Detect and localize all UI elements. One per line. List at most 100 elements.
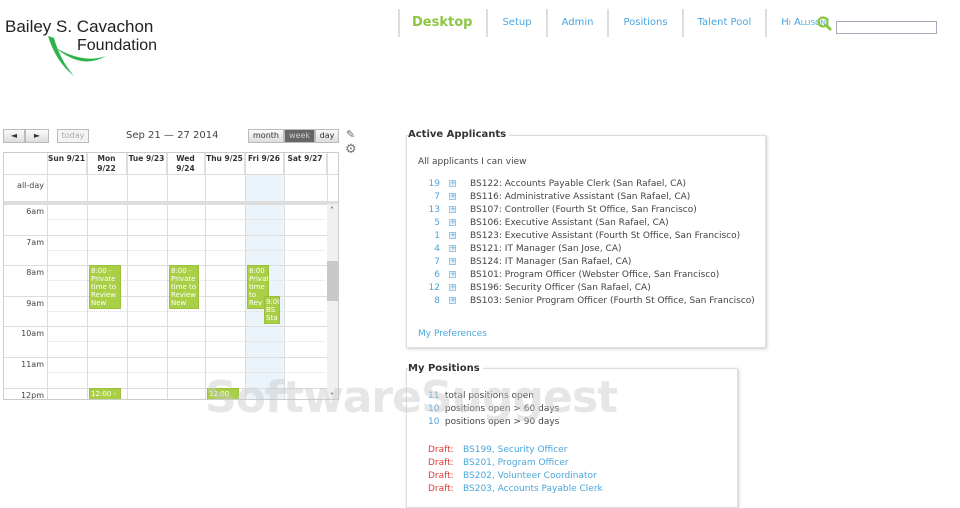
applicant-row[interactable]: 7 + BS124: IT Manager (San Rafael, CA)	[420, 257, 631, 267]
position-stat: 10 positions open > 90 days	[428, 417, 559, 427]
draft-tag: Draft:	[428, 471, 454, 481]
my-positions-title: My Positions	[408, 363, 483, 374]
position-label: BS121: IT Manager (San Jose, CA)	[470, 244, 622, 254]
search-icon[interactable]	[817, 16, 833, 32]
position-stat: 10 positions open > 60 days	[428, 404, 559, 414]
applicant-count[interactable]: 6	[420, 270, 440, 280]
time-label: 6am	[26, 207, 44, 216]
applicant-count[interactable]: 13	[420, 205, 440, 215]
applicant-row[interactable]: 13 + BS107: Controller (Fourth St Office, …	[420, 205, 697, 215]
time-label: 11am	[21, 360, 44, 369]
day-view-button[interactable]: day	[315, 129, 339, 143]
search-input[interactable]	[836, 21, 937, 34]
applicant-count[interactable]: 7	[420, 192, 440, 202]
scroll-down-icon[interactable]: ˅	[330, 392, 334, 399]
stat-count[interactable]: 10	[428, 404, 439, 414]
calendar-event[interactable]: 12:00 -	[89, 387, 121, 399]
draft-tag: Draft:	[428, 445, 454, 455]
day-header: Tue 9/23	[127, 153, 167, 174]
expand-plus-icon[interactable]: +	[449, 258, 456, 265]
applicant-count[interactable]: 12	[420, 283, 440, 293]
expand-plus-icon[interactable]: +	[449, 245, 456, 252]
position-label: BS116: Administrative Assistant (San Raf…	[470, 192, 691, 202]
draft-position[interactable]: Draft: BS203, Accounts Payable Clerk	[428, 484, 603, 494]
calendar-event[interactable]: 9:00 BS Sta	[264, 295, 280, 325]
expand-plus-icon[interactable]: +	[449, 180, 456, 187]
draft-link[interactable]: BS202, Volunteer Coordinator	[463, 471, 597, 481]
active-applicants-title: Active Applicants	[408, 129, 510, 140]
position-label: BS122: Accounts Payable Clerk (San Rafae…	[470, 179, 687, 189]
day-header: Wed 9/24	[167, 153, 205, 174]
applicant-row[interactable]: 12 + BS196: Security Officer (San Rafael, …	[420, 283, 651, 293]
nav-positions[interactable]: Positions	[607, 9, 681, 37]
applicant-count[interactable]: 19	[420, 179, 440, 189]
draft-position[interactable]: Draft: BS202, Volunteer Coordinator	[428, 471, 597, 481]
applicant-row[interactable]: 7 + BS116: Administrative Assistant (San R…	[420, 192, 690, 202]
expand-plus-icon[interactable]: +	[449, 219, 456, 226]
applicant-row[interactable]: 5 + BS106: Executive Assistant (San Rafael…	[420, 218, 669, 228]
day-header: Fri 9/26	[245, 153, 284, 174]
scroll-up-icon[interactable]: ˄	[330, 206, 334, 215]
draft-tag: Draft:	[428, 458, 454, 468]
position-label: BS106: Executive Assistant (San Rafael, …	[470, 218, 669, 228]
position-label: BS196: Security Officer (San Rafael, CA)	[470, 283, 651, 293]
applicant-count[interactable]: 7	[420, 257, 440, 267]
applicant-row[interactable]: 19 + BS122: Accounts Payable Clerk (San Ra…	[420, 179, 687, 189]
applicants-subtitle: All applicants I can view	[418, 157, 527, 167]
applicant-row[interactable]: 8 + BS103: Senior Program Officer (Fourth …	[420, 296, 755, 306]
settings-gear-icon[interactable]: ⚙	[345, 142, 357, 157]
expand-plus-icon[interactable]: +	[449, 284, 456, 291]
time-label: 12pm	[20, 390, 44, 400]
draft-link[interactable]: BS203, Accounts Payable Clerk	[463, 484, 603, 494]
prev-week-button[interactable]: ◄	[3, 129, 25, 143]
stat-label: positions open > 60 days	[444, 404, 560, 414]
position-label: BS107: Controller (Fourth St Office, San…	[470, 205, 697, 215]
time-label: 9am	[26, 298, 44, 308]
month-view-button[interactable]: month	[248, 129, 284, 143]
calendar-event[interactable]: 12:00	[207, 387, 239, 399]
expand-plus-icon[interactable]: +	[449, 232, 456, 239]
applicant-count[interactable]: 1	[420, 231, 440, 241]
applicant-row[interactable]: 6 + BS101: Program Officer (Webster Office…	[420, 270, 719, 280]
scrollbar-thumb[interactable]	[327, 261, 338, 301]
expand-plus-icon[interactable]: +	[449, 193, 456, 200]
day-header: Mon 9/22	[87, 153, 127, 174]
day-header: Sat 9/27	[284, 153, 327, 174]
time-label: 10am	[21, 329, 44, 339]
calendar-event[interactable]: 8:00 - Private time to Review New	[169, 265, 199, 310]
expand-plus-icon[interactable]: +	[449, 271, 456, 278]
calendar-event[interactable]: 8:00 - Private time to Review New	[89, 265, 121, 310]
position-label: BS124: IT Manager (San Rafael, CA)	[470, 257, 632, 267]
applicant-count[interactable]: 5	[420, 218, 440, 228]
week-calendar: Sun 9/21 Mon 9/22 Tue 9/23 Wed 9/24 Thu 9/25 Fr…	[3, 152, 339, 400]
next-week-button[interactable]: ►	[25, 129, 49, 143]
nav-setup[interactable]: Setup	[486, 9, 545, 37]
draft-position[interactable]: Draft: BS201, Program Officer	[428, 458, 568, 468]
stat-count[interactable]: 11	[428, 391, 439, 401]
applicant-count[interactable]: 4	[420, 244, 440, 254]
date-range: Sep 21 — 27 2014	[126, 130, 219, 141]
week-view-button[interactable]: week	[284, 129, 315, 143]
applicant-count[interactable]: 8	[420, 296, 440, 306]
expand-plus-icon[interactable]: +	[449, 297, 456, 304]
stat-label: positions open > 90 days	[444, 417, 560, 427]
my-preferences-link[interactable]: My Preferences	[418, 329, 487, 339]
applicant-row[interactable]: 4 + BS121: IT Manager (San Jose, CA)	[420, 244, 622, 254]
applicant-row[interactable]: 1 + BS123: Executive Assistant (Fourth St …	[420, 231, 740, 241]
draft-position[interactable]: Draft: BS199, Security Officer	[428, 445, 567, 455]
draft-link[interactable]: BS201, Program Officer	[463, 458, 568, 468]
day-header: Thu 9/25	[205, 153, 245, 174]
nav-desktop[interactable]: Desktop	[398, 9, 486, 37]
position-label: BS101: Program Officer (Webster Office, …	[470, 270, 720, 280]
nav-admin[interactable]: Admin	[545, 9, 608, 37]
position-label: BS103: Senior Program Officer (Fourth St…	[470, 296, 755, 306]
stat-count[interactable]: 10	[428, 417, 439, 427]
draft-link[interactable]: BS199, Security Officer	[463, 445, 567, 455]
stat-label: total positions open	[444, 391, 534, 401]
today-button[interactable]: today	[57, 129, 89, 143]
calendar-scrollbar[interactable]: ˄ ˅	[327, 204, 338, 399]
expand-plus-icon[interactable]: +	[449, 206, 456, 213]
nav-talent-pool[interactable]: Talent Pool	[681, 9, 766, 37]
edit-icon[interactable]: ✎	[346, 128, 355, 141]
draft-tag: Draft:	[428, 484, 454, 494]
